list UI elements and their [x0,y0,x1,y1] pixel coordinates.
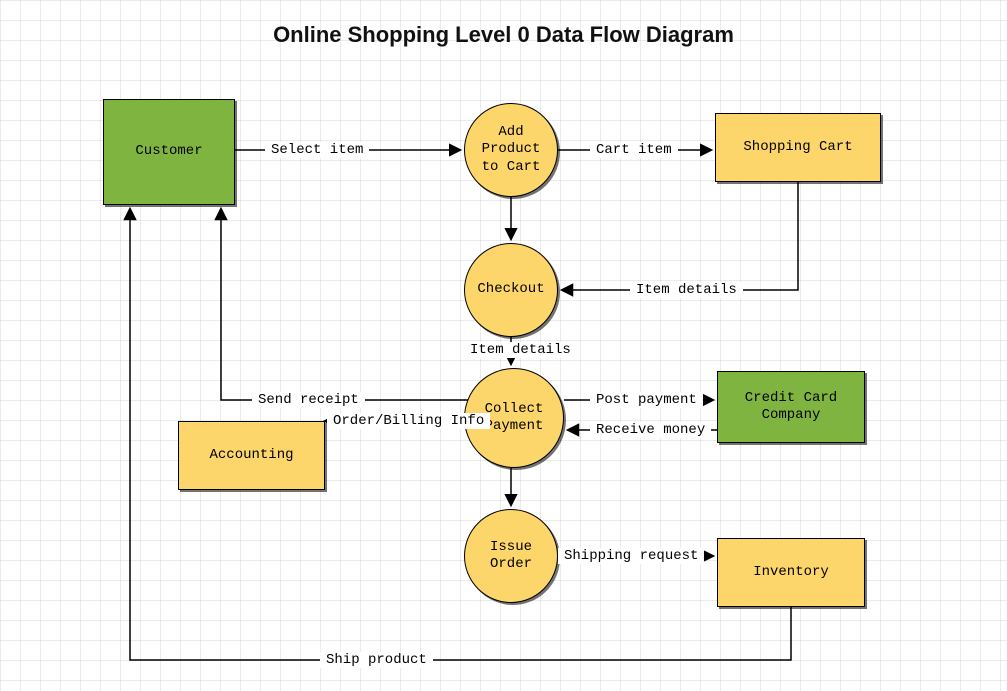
process-issue-order: Issue Order [464,509,558,603]
label-item-details-1: Item details [630,282,743,298]
label-item-details-2: Item details [464,342,577,358]
store-shopping-cart: Shopping Cart [715,113,881,182]
label-receive-money: Receive money [590,422,711,438]
diagram-title: Online Shopping Level 0 Data Flow Diagra… [0,22,1007,48]
entity-customer: Customer [103,99,235,205]
entity-accounting: Accounting [178,421,325,490]
label-select-item: Select item [265,142,369,158]
label-cart-item: Cart item [590,142,678,158]
store-inventory: Inventory [717,538,865,607]
label-ship-product: Ship product [320,652,433,668]
label-order-billing: Order/Billing Info [327,413,490,429]
label-send-receipt: Send receipt [252,392,365,408]
process-checkout: Checkout [464,243,558,337]
entity-credit-card: Credit Card Company [717,371,865,443]
label-post-payment: Post payment [590,392,703,408]
label-shipping-request: Shipping request [558,548,704,564]
process-add-product: Add Product to Cart [464,103,558,197]
